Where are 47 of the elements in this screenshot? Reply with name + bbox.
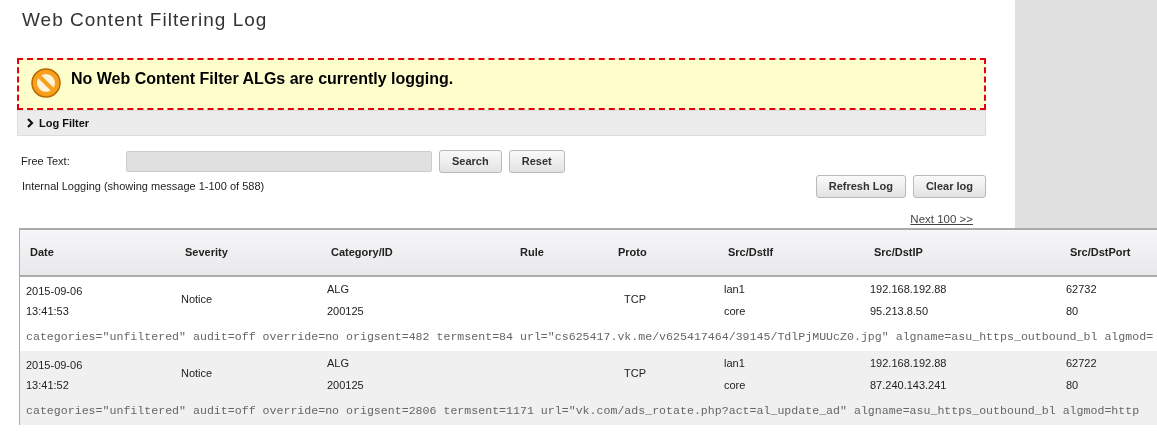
warning-message: No Web Content Filter ALGs are currently logging. bbox=[71, 68, 454, 89]
table-cell: 192.168.192.88 bbox=[864, 351, 1060, 376]
table-cell: 2015-09-06 bbox=[20, 276, 175, 302]
column-header[interactable]: Severity bbox=[175, 230, 321, 277]
column-header[interactable]: Category/ID bbox=[321, 230, 510, 277]
log-details: categories="unfiltered" audit=off override=no origsent=482 termsent=84 url="cs625417.vk.me/v625417464/39145/TdlPjMUUcZ0.jpg" algname=asu_https_outbound_bl algmod= bbox=[20, 321, 1157, 352]
log-details: categories="unfiltered" audit=off override=no origsent=2806 termsent=1171 url="vk.com/ads_rotate.php?act=al_update_ad" algname=asu_https_outbound_bl algmod=http bbox=[20, 395, 1157, 426]
table-cell-text: core bbox=[723, 304, 747, 320]
table-cell: lan1 bbox=[718, 276, 864, 302]
table-cell: 62722 bbox=[1060, 351, 1157, 376]
refresh-log-button[interactable]: Refresh Log bbox=[815, 174, 906, 198]
table-cell: TCP bbox=[608, 351, 718, 396]
table-cell: 192.168.192.88 bbox=[864, 276, 1060, 302]
table-cell: 87.240.143.241 bbox=[864, 375, 1060, 396]
table-cell: Notice bbox=[175, 276, 321, 322]
table-cell: lan1 bbox=[718, 351, 864, 376]
clear-log-button[interactable]: Clear log bbox=[912, 174, 986, 198]
table-cell-text: 95.213.8.50 bbox=[869, 304, 930, 320]
log-filter-toggle[interactable]: Log Filter bbox=[17, 109, 986, 136]
table-cell: 62732 bbox=[1060, 276, 1157, 302]
column-header[interactable]: Src/DstPort bbox=[1060, 230, 1157, 277]
table-cell: TCP bbox=[608, 276, 718, 322]
table-cell: Notice bbox=[175, 351, 321, 396]
table-cell: 13:41:52 bbox=[20, 375, 175, 396]
prohibited-icon bbox=[29, 65, 63, 100]
search-button[interactable]: Search bbox=[439, 149, 502, 173]
table-cell: ALG bbox=[321, 351, 510, 376]
table-cell-text: 200125 bbox=[326, 304, 365, 320]
column-header[interactable]: Proto bbox=[608, 230, 718, 277]
table-cell-text: 80 bbox=[1065, 304, 1080, 320]
table-cell: core bbox=[718, 375, 864, 396]
page-title: Web Content Filtering Log bbox=[22, 9, 269, 32]
status-text: Internal Logging (showing message 1-100 of 588) bbox=[22, 179, 265, 195]
table-cell: 200125 bbox=[321, 375, 510, 396]
column-header[interactable]: Date bbox=[20, 230, 175, 277]
free-text-field[interactable] bbox=[126, 150, 432, 172]
table-cell: ALG bbox=[321, 276, 510, 302]
table-cell: 2015-09-06 bbox=[20, 351, 175, 376]
reset-button[interactable]: Reset bbox=[508, 149, 565, 173]
field-label: Free Text: bbox=[21, 154, 71, 170]
column-header[interactable]: Src/DstIf bbox=[718, 230, 864, 277]
column-header[interactable]: Src/DstIP bbox=[864, 230, 1060, 277]
chevron-icon bbox=[26, 117, 35, 128]
table-cell: 80 bbox=[1060, 375, 1157, 396]
table-cell-text: 13:41:53 bbox=[25, 304, 70, 320]
column-header[interactable]: Rule bbox=[510, 230, 608, 277]
next-page-link[interactable]: Next 100 >> bbox=[910, 212, 973, 225]
